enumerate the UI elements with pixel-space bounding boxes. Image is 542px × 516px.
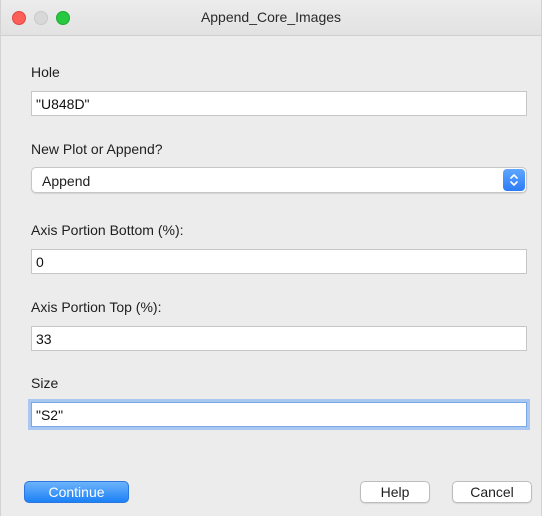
- mode-label: New Plot or Append?: [31, 141, 163, 157]
- axis-top-label: Axis Portion Top (%):: [31, 299, 162, 315]
- axis-bottom-input[interactable]: 0: [31, 249, 527, 274]
- hole-label: Hole: [31, 64, 60, 80]
- help-button[interactable]: Help: [360, 481, 430, 503]
- title-bar: Append_Core_Images: [1, 0, 541, 36]
- cancel-button[interactable]: Cancel: [452, 481, 532, 503]
- mode-select[interactable]: Append: [31, 167, 527, 193]
- axis-top-input[interactable]: 33: [31, 326, 527, 351]
- mode-select-value: Append: [42, 173, 91, 189]
- hole-input[interactable]: "U848D": [31, 91, 527, 116]
- continue-button[interactable]: Continue: [24, 481, 129, 503]
- dialog-window: Append_Core_Images Hole "U848D" New Plot…: [0, 0, 542, 516]
- size-label: Size: [31, 375, 59, 391]
- chevron-up-down-icon[interactable]: [503, 169, 525, 191]
- size-input[interactable]: "S2": [31, 402, 527, 427]
- axis-bottom-label: Axis Portion Bottom (%):: [31, 222, 184, 238]
- window-title: Append_Core_Images: [200, 9, 342, 25]
